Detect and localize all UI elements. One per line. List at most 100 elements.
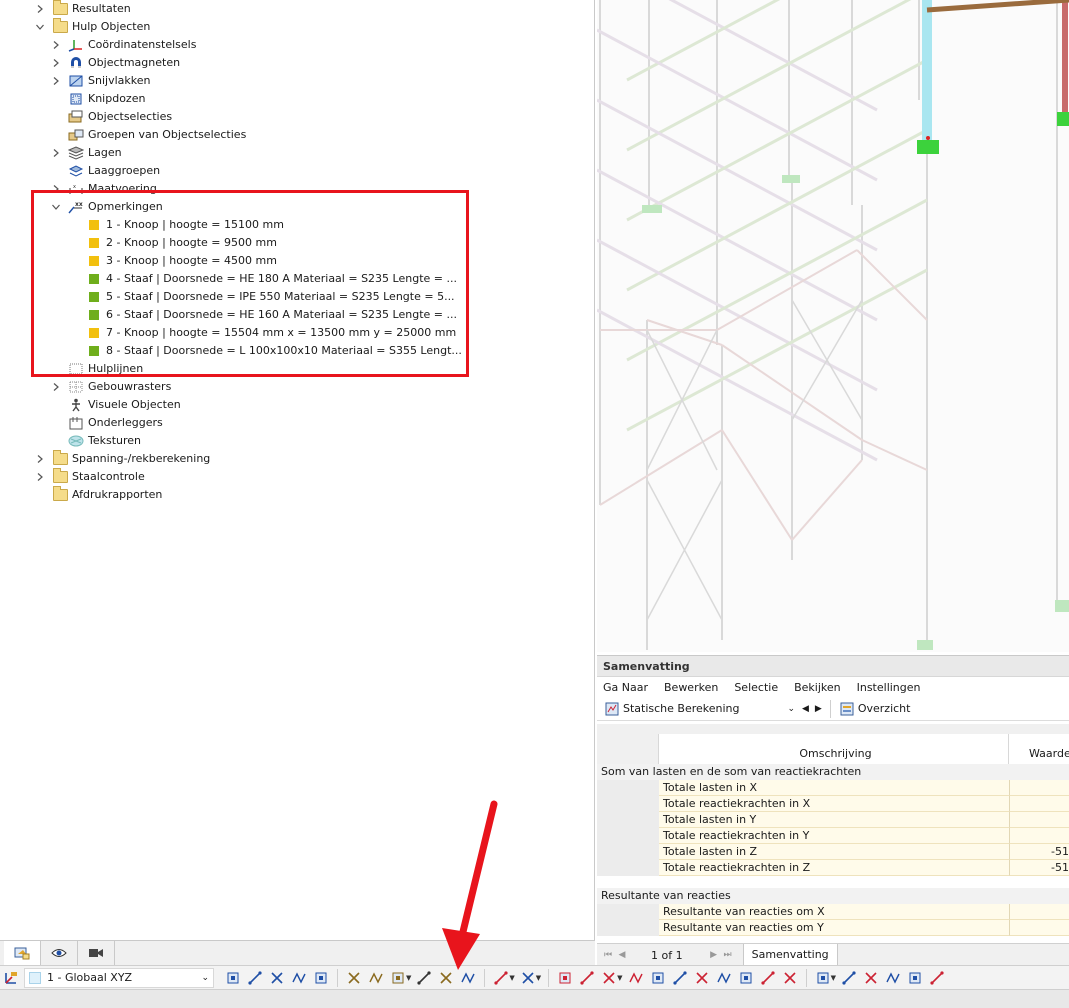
- brown-beam[interactable]: [926, 0, 1069, 13]
- member-line-icon[interactable]: [554, 967, 576, 989]
- display-comments-icon[interactable]: [413, 967, 435, 989]
- support-node[interactable]: [1057, 112, 1069, 126]
- menu-bekijken[interactable]: Bekijken: [794, 681, 841, 694]
- chevron-down-icon[interactable]: ▼: [406, 974, 411, 982]
- member-line[interactable]: [856, 249, 928, 321]
- chevron-right-icon[interactable]: [50, 72, 62, 90]
- tree-item[interactable]: Objectmagneten: [50, 54, 180, 72]
- view-model-icon[interactable]: [222, 967, 244, 989]
- tree-item[interactable]: Visuele Objecten: [50, 396, 181, 414]
- tree-item[interactable]: Coördinatenstelsels: [50, 36, 196, 54]
- member-line[interactable]: [861, 439, 928, 471]
- table-row[interactable]: Totale reactiekrachten in Z -51: [597, 860, 1069, 876]
- tree-item[interactable]: Resultaten: [34, 0, 131, 18]
- member-diag-icon[interactable]: [647, 967, 669, 989]
- member-line[interactable]: [597, 28, 878, 182]
- tree-item[interactable]: Lagen: [50, 144, 122, 162]
- shape-pin-icon[interactable]: [904, 967, 926, 989]
- tree-item[interactable]: Staalcontrole: [34, 468, 145, 486]
- tree-item[interactable]: Objectselecties: [50, 108, 172, 126]
- chevron-right-icon[interactable]: [34, 450, 46, 468]
- support-node[interactable]: [917, 140, 939, 154]
- analysis-type-combo[interactable]: Statische Berekening ⌄: [601, 699, 799, 719]
- menu-bewerken[interactable]: Bewerken: [664, 681, 718, 694]
- chevron-right-icon[interactable]: [34, 468, 46, 486]
- view-front-icon[interactable]: [266, 967, 288, 989]
- support-node[interactable]: [917, 640, 933, 650]
- support-node[interactable]: [782, 175, 800, 183]
- 3d-viewport[interactable]: [597, 0, 1069, 652]
- tree-item[interactable]: Groepen van Objectselecties: [50, 126, 246, 144]
- view-side-icon[interactable]: [244, 967, 266, 989]
- chevron-right-icon[interactable]: [50, 54, 62, 72]
- display-objects-icon[interactable]: [365, 967, 387, 989]
- navigator-tab-views[interactable]: [78, 941, 115, 965]
- member-line[interactable]: [791, 459, 863, 541]
- chevron-right-icon[interactable]: [50, 36, 62, 54]
- shape-parallel-icon[interactable]: [838, 967, 860, 989]
- next-page-icon[interactable]: ▶: [707, 950, 721, 960]
- chevron-right-icon[interactable]: [50, 378, 62, 396]
- next-arrow-icon[interactable]: ▶: [815, 704, 822, 714]
- last-page-icon[interactable]: ⏭: [721, 950, 735, 960]
- table-row[interactable]: Totale lasten in X: [597, 780, 1069, 796]
- shape-wave-icon[interactable]: [926, 967, 948, 989]
- chevron-down-icon[interactable]: ▼: [509, 974, 514, 982]
- tree-item[interactable]: Hulp Objecten: [34, 18, 150, 36]
- member-line[interactable]: [597, 168, 878, 322]
- navigator-tab-data[interactable]: [4, 941, 41, 965]
- node-marker[interactable]: [926, 136, 930, 140]
- display-dimensions-icon[interactable]: [343, 967, 365, 989]
- member-line[interactable]: [626, 0, 927, 82]
- member-zigzag-icon[interactable]: [757, 967, 779, 989]
- tree-item[interactable]: Teksturen: [50, 432, 141, 450]
- menu-ga-naar[interactable]: Ga Naar: [603, 681, 648, 694]
- chevron-right-icon[interactable]: [50, 144, 62, 162]
- tree-item[interactable]: Gebouwrasters: [50, 378, 171, 396]
- member-polyline-icon[interactable]: [576, 967, 598, 989]
- chevron-down-icon[interactable]: ▼: [536, 974, 541, 982]
- table-row[interactable]: Resultante van reacties om Y: [597, 920, 1069, 936]
- chevron-down-icon[interactable]: ▼: [831, 974, 836, 982]
- previous-arrow-icon[interactable]: ◀: [802, 704, 809, 714]
- coordinate-system-combo[interactable]: 1 - Globaal XYZ ⌄: [24, 967, 214, 988]
- tree-item[interactable]: Laaggroepen: [50, 162, 160, 180]
- member-line[interactable]: [597, 98, 878, 252]
- tree-item[interactable]: Snijvlakken: [50, 72, 150, 90]
- chevron-right-icon[interactable]: [34, 0, 46, 18]
- chevron-down-icon[interactable]: [34, 18, 46, 36]
- first-page-icon[interactable]: ⏮: [601, 950, 615, 960]
- tree-item[interactable]: Spanning-/rekberekening: [34, 450, 210, 468]
- tree-item[interactable]: Onderleggers: [50, 414, 163, 432]
- menu-selectie[interactable]: Selectie: [734, 681, 778, 694]
- table-row[interactable]: Resultante van reacties om X: [597, 904, 1069, 920]
- member-line[interactable]: [597, 0, 878, 112]
- tree-item[interactable]: Knipdozen: [50, 90, 145, 108]
- table-row[interactable]: Totale reactiekrachten in X: [597, 796, 1069, 812]
- member-curve-icon[interactable]: [625, 967, 647, 989]
- display-lines-icon[interactable]: [457, 967, 479, 989]
- member-pin-icon[interactable]: [735, 967, 757, 989]
- tab-samenvatting[interactable]: Samenvatting: [742, 944, 838, 965]
- member-line[interactable]: [721, 429, 793, 541]
- tree-item[interactable]: Afdrukrapporten: [34, 486, 162, 504]
- view-top-icon[interactable]: [288, 967, 310, 989]
- table-row[interactable]: Totale lasten in Z -51: [597, 844, 1069, 860]
- overview-combo[interactable]: Overzicht: [836, 699, 923, 719]
- chevron-down-icon[interactable]: ▼: [617, 974, 622, 982]
- column-header-waarde[interactable]: Waarde: [1009, 734, 1069, 764]
- previous-page-icon[interactable]: ◀: [615, 950, 629, 960]
- column-header-omschrijving[interactable]: Omschrijving: [659, 734, 1009, 764]
- shape-x-icon[interactable]: [860, 967, 882, 989]
- navigator-tab-display[interactable]: [41, 941, 78, 965]
- support-node[interactable]: [642, 205, 662, 213]
- menu-instellingen[interactable]: Instellingen: [857, 681, 921, 694]
- coordinate-system-icon[interactable]: [0, 967, 22, 989]
- view-iso-icon[interactable]: [310, 967, 332, 989]
- shape-slash-icon[interactable]: [882, 967, 904, 989]
- structure-model-view[interactable]: [597, 0, 1069, 652]
- member-x-icon[interactable]: [691, 967, 713, 989]
- member-line[interactable]: [597, 308, 878, 462]
- table-row[interactable]: Totale lasten in Y: [597, 812, 1069, 828]
- display-visual-icon[interactable]: [435, 967, 457, 989]
